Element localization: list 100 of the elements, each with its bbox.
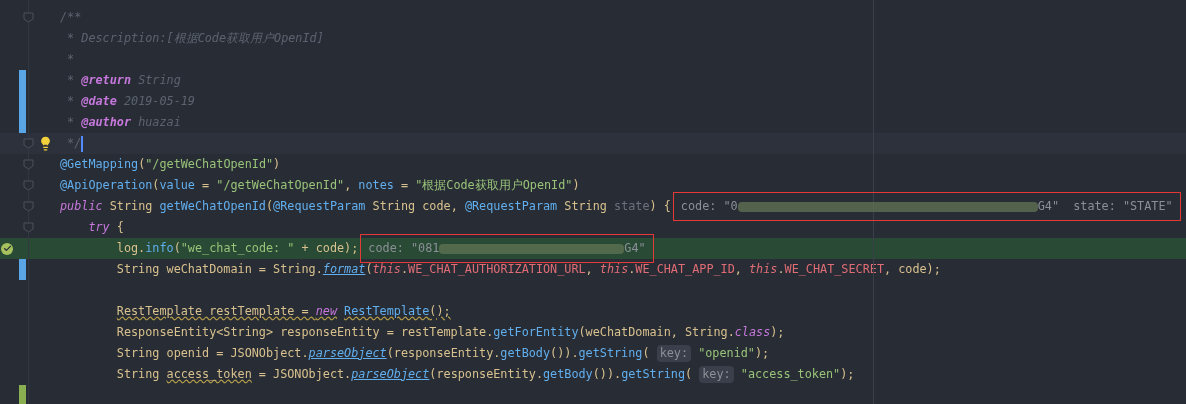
code-text: ResponseEntity<String> responseEntity = restTemplate. [116,323,494,341]
code-text: ( [642,344,651,362]
code-text: String weChatDomain = String. [116,260,323,278]
constant-name: WE_CHAT_AUTHORIZATION_URL [408,260,586,278]
fold-icon[interactable] [23,180,34,191]
code-text: (weChatDomain, String. [578,323,735,341]
code-text: String code, [372,197,459,215]
method-name: RestTemplate [344,302,430,320]
code-text: . [400,260,409,278]
code-text: ( [152,176,160,194]
annotation-text: @RequestParam [273,197,366,215]
comment-text: * [67,92,76,110]
code-text: + code); [301,239,359,257]
code-text: ( [365,260,373,278]
string-literal: "/getWeChatOpenId" [145,155,274,173]
inlay-hint: G4" [624,239,646,257]
code-text: ( [266,197,274,215]
method-name: getWeChatOpenId [159,197,266,215]
keyword: class [734,323,771,341]
comment-text: */ [67,134,82,152]
code-text: access_token [166,365,252,383]
annotation-text: notes [358,176,394,194]
inlay-hint: G4" state: "STATE" [1037,197,1173,215]
code-text: , code); [884,260,941,278]
code-text: = JSONObject. [258,365,352,383]
code-text: ); [755,344,770,362]
fold-icon[interactable] [23,138,34,149]
doc-tag: @return [81,71,132,90]
check-icon[interactable] [1,242,13,255]
comment-text: * [67,50,75,68]
comment-text: String [138,71,181,89]
this-keyword: this [599,260,629,278]
doc-tag: @date [81,92,117,111]
code-text: . [777,260,785,278]
code-text: ( [685,365,694,383]
code-text: String [116,365,161,383]
code-text: (responseEntity. [386,344,501,362]
parameter-hint: key: [699,365,734,384]
code-text: ( [138,155,146,173]
code-text: , [585,260,594,278]
method-name: getBody [543,365,593,383]
method-name: getForEntity [493,323,579,341]
parameter-name: state [614,197,650,215]
method-name: getString [621,365,686,383]
lightbulb-icon[interactable] [38,136,53,151]
constant-name: WE_CHAT_SECRET [784,260,884,278]
code-text: . [628,260,636,278]
inlay-hint: code: "081 [368,239,440,257]
comment-text: huazai [138,113,181,131]
code-text: , [344,176,353,194]
method-name: info [145,239,174,257]
static-method: parseObject [308,344,387,362]
comment-text: /** [60,8,82,26]
fold-icon[interactable] [23,12,34,23]
string-literal: "access_token" [740,365,841,383]
comment-text: 2019-05-19 [123,92,195,110]
code-text: = [400,176,410,194]
code-text: String [109,197,154,215]
code-text: ()). [592,365,622,383]
code-text: log. [116,239,146,257]
method-name: getBody [500,344,551,362]
annotation-text: @RequestParam [464,197,558,215]
static-method: format [322,260,366,278]
code-text: ( [173,239,181,257]
code-text: ) [273,155,281,173]
annotation-text: @ApiOperation [60,176,153,194]
static-method: parseObject [351,365,430,383]
code-text: (); [429,302,451,320]
code-text: ) [572,176,580,194]
constant-name: WE_CHAT_APP_ID [635,260,735,278]
code-text: { [116,218,124,236]
string-literal: "openid" [698,344,755,362]
code-text: RestTemplate restTemplate = [116,302,310,320]
fold-icon[interactable] [23,159,34,170]
parameter-hint: key: [656,344,692,363]
fold-icon[interactable] [23,201,34,212]
annotation-text: value [159,176,195,194]
keyword: public [60,197,103,215]
this-keyword: this [749,260,778,278]
code-text: ); [770,323,785,341]
code-text: ) { [649,197,671,215]
string-literal: "/getWeChatOpenId" [216,176,345,194]
text-caret [81,135,84,152]
inlay-hint: code: "0 [680,197,738,215]
keyword: try [88,218,110,236]
code-text: (responseEntity. [429,365,543,383]
code-text: = [202,176,211,194]
string-literal: "根据Code获取用户OpenId" [415,176,573,194]
doc-tag: @author [81,113,132,132]
string-literal: "we_chat_code: " [180,239,295,257]
code-text: String [564,197,608,215]
code-text: ()). [550,344,579,362]
comment-text: * [67,113,76,131]
fold-icon[interactable] [23,222,34,233]
code-text: , [734,260,743,278]
annotation-text: @GetMapping [60,155,139,173]
comment-text: * [67,71,76,89]
method-name: getString [578,344,643,362]
this-keyword: this [372,260,401,278]
keyword: new [315,302,337,320]
